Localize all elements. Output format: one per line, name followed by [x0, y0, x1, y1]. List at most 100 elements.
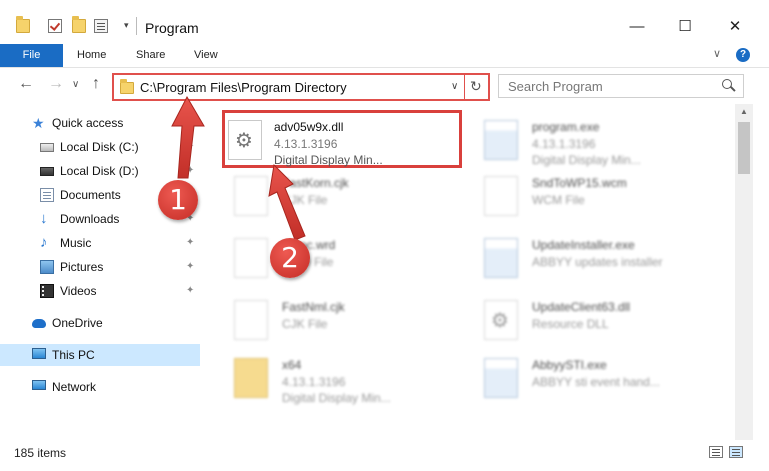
file-name: SndToWP15.wcm	[532, 176, 627, 190]
file-item-sndtowp15[interactable]: SndToWP15.wcm WCM File	[458, 166, 698, 224]
customize-icon[interactable]	[94, 19, 108, 33]
expand-ribbon-icon[interactable]: ∨	[713, 47, 721, 60]
address-dropdown[interactable]: ∨	[451, 81, 458, 92]
file-item-x64[interactable]: x64 4.13.1.3196 Digital Display Min...	[208, 348, 448, 406]
videos-icon	[40, 284, 54, 298]
explorer-window: ▾ Program — ☐ ✕ File Home Share View ∨ ?…	[0, 0, 769, 471]
large-icons-view-icon[interactable]	[729, 446, 743, 458]
forward-button[interactable]: →	[48, 75, 64, 93]
blank-file-icon	[234, 176, 268, 216]
sidebar-item-onedrive[interactable]: OneDrive	[0, 312, 200, 334]
sidebar-item-label: Pictures	[60, 260, 104, 274]
search-icon	[722, 79, 732, 89]
sidebar-item-local-disk-c[interactable]: Local Disk (C:) ✦	[0, 136, 200, 158]
quick-access-dropdown[interactable]: ▾	[124, 20, 129, 31]
sidebar-item-network[interactable]: Network	[0, 376, 200, 398]
sidebar-item-label: Music	[60, 236, 92, 250]
sidebar-item-pictures[interactable]: Pictures ✦	[0, 256, 200, 278]
title-bar: ▾ Program — ☐ ✕	[0, 0, 769, 44]
file-version: 4.13.1.3196	[274, 137, 338, 151]
sidebar-item-music[interactable]: ♪ Music ✦	[0, 232, 200, 254]
file-name: UpdateInstaller.exe	[532, 238, 635, 252]
address-bar[interactable]: C:\Program Files\Program Directory ∨ ↻	[112, 73, 490, 101]
tab-file[interactable]: File	[0, 44, 63, 67]
file-version: 4.13.1.3196	[532, 137, 596, 151]
file-item-adv05w9x[interactable]: adv05w9x.dll 4.13.1.3196 Digital Display…	[222, 110, 462, 168]
folder-icon	[16, 16, 30, 33]
file-item-autoc[interactable]: Autoc.wrd WRD File	[208, 228, 448, 286]
tab-share[interactable]: Share	[136, 44, 165, 67]
navigation-bar: ← → ∨ ↑ C:\Program Files\Program Directo…	[0, 69, 769, 103]
refresh-icon[interactable]: ↻	[470, 78, 482, 95]
sidebar-item-label: OneDrive	[52, 316, 103, 330]
sidebar-item-this-pc[interactable]: This PC	[0, 344, 200, 366]
file-item-fastnml[interactable]: FastNml.cjk CJK File	[208, 290, 448, 348]
sidebar-item-videos[interactable]: Videos ✦	[0, 280, 200, 302]
app-file-icon	[484, 120, 518, 160]
file-name: program.exe	[532, 120, 600, 134]
file-item-updateclient63[interactable]: UpdateClient63.dll Resource DLL	[458, 290, 698, 348]
details-view-icon[interactable]	[709, 446, 723, 458]
step-callout-2: 2	[270, 238, 310, 278]
sidebar-item-label: Videos	[60, 284, 97, 298]
computer-icon	[32, 348, 46, 359]
ribbon-tabs: File Home Share View ∨ ?	[0, 44, 769, 68]
file-name: UpdateClient63.dll	[532, 300, 631, 314]
sidebar-item-label: Local Disk (C:)	[60, 140, 139, 154]
sidebar-item-label: Documents	[60, 188, 121, 202]
network-icon	[32, 380, 46, 390]
tab-view[interactable]: View	[194, 44, 218, 67]
file-description: Digital Display Min...	[282, 391, 391, 405]
back-button[interactable]: ←	[18, 75, 34, 93]
up-button[interactable]: ↑	[92, 75, 100, 93]
help-icon[interactable]: ?	[736, 48, 750, 62]
pin-icon: ✦	[186, 261, 195, 272]
sidebar-item-label: Quick access	[52, 116, 124, 130]
file-type: WCM File	[532, 193, 585, 207]
item-count: 185 items	[14, 446, 67, 460]
pin-icon: ✦	[186, 165, 195, 176]
file-name: AbbyySTI.exe	[532, 358, 607, 372]
file-item-updateinstaller[interactable]: UpdateInstaller.exe ABBYY updates instal…	[458, 228, 698, 286]
status-bar: 185 items	[0, 440, 769, 471]
sidebar-item-label: Network	[52, 380, 97, 394]
folder-icon	[120, 79, 134, 94]
sidebar-item-label: This PC	[52, 348, 95, 362]
tab-home[interactable]: Home	[77, 44, 106, 67]
file-description: Digital Display Min...	[274, 153, 383, 167]
sidebar-item-local-disk-d[interactable]: Local Disk (D:) ✦	[0, 160, 200, 182]
pictures-icon	[40, 260, 54, 274]
file-description: Digital Display Min...	[532, 153, 641, 167]
search-input[interactable]: Search Program	[498, 74, 744, 98]
star-icon: ★	[32, 115, 45, 131]
window-title: Program	[145, 20, 199, 36]
scroll-thumb[interactable]	[738, 122, 750, 174]
maximize-button[interactable]: ☐	[663, 14, 707, 40]
app-file-icon	[484, 238, 518, 278]
gear-file-icon	[484, 300, 518, 340]
address-path[interactable]: C:\Program Files\Program Directory	[140, 80, 347, 95]
file-name: x64	[282, 358, 302, 372]
file-item-program[interactable]: program.exe 4.13.1.3196 Digital Display …	[458, 110, 698, 168]
recent-locations-button[interactable]: ∨	[72, 79, 79, 90]
new-folder-icon[interactable]	[72, 16, 86, 33]
file-item-abbyysti[interactable]: AbbyySTI.exe ABBYY sti event hand...	[458, 348, 698, 406]
folder-icon	[234, 358, 268, 398]
scroll-up-icon[interactable]: ▲	[735, 104, 753, 120]
sidebar-item-quick-access[interactable]: ★ Quick access	[0, 112, 200, 134]
sidebar-item-label: Downloads	[60, 212, 120, 226]
download-icon: ↓	[40, 210, 48, 227]
file-description: ABBYY updates installer	[532, 255, 663, 269]
minimize-button[interactable]: —	[615, 14, 659, 40]
blank-file-icon	[484, 176, 518, 216]
vertical-scrollbar[interactable]: ▲	[735, 104, 753, 440]
file-name: FastNml.cjk	[282, 300, 345, 314]
music-icon: ♪	[40, 234, 48, 251]
properties-check-icon[interactable]	[48, 19, 62, 33]
file-type: CJK File	[282, 317, 328, 331]
search-placeholder: Search Program	[508, 79, 603, 94]
close-button[interactable]: ✕	[713, 14, 757, 40]
separator	[136, 17, 137, 35]
cloud-icon	[32, 319, 46, 328]
file-item-fastkorn[interactable]: FastKorn.cjk CJK File	[208, 166, 448, 224]
